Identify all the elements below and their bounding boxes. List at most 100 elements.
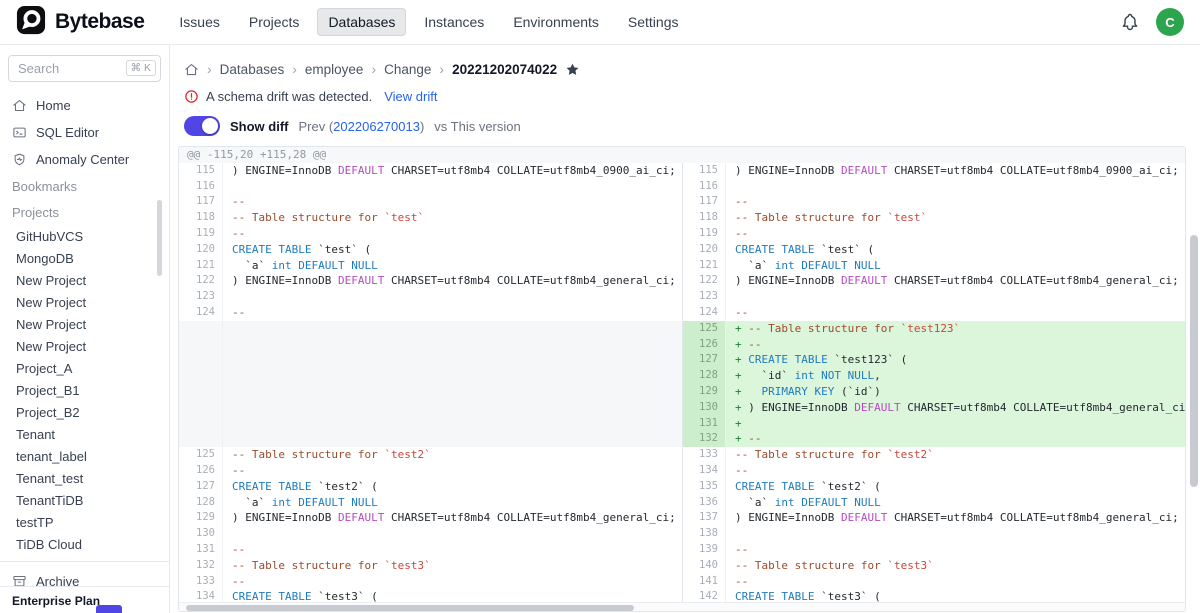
left-line-code: -- bbox=[223, 542, 682, 558]
project-item-new-project[interactable]: New Project bbox=[0, 291, 169, 313]
left-line-code: -- bbox=[223, 226, 682, 242]
project-item-tidb-cloud[interactable]: TiDB Cloud bbox=[0, 533, 169, 555]
sidebar-scrollbar[interactable] bbox=[157, 200, 162, 276]
sidebar-item-sql-editor[interactable]: SQL Editor bbox=[0, 119, 169, 146]
breadcrumb-separator: › bbox=[207, 61, 212, 77]
page-vertical-scrollbar-thumb[interactable] bbox=[1190, 235, 1198, 487]
breadcrumb-item-databases[interactable]: Databases bbox=[220, 62, 285, 77]
left-line-code bbox=[223, 431, 682, 447]
bookmark-star-icon[interactable] bbox=[565, 62, 580, 77]
project-item-project-b1[interactable]: Project_B1 bbox=[0, 379, 169, 401]
left-line-number: 131 bbox=[179, 542, 223, 558]
right-line-number: 135 bbox=[682, 479, 726, 495]
diff-line: 129 ) ENGINE=InnoDB DEFAULT CHARSET=utf8m… bbox=[179, 510, 1185, 526]
home-icon[interactable] bbox=[184, 62, 199, 77]
sidebar-item-home[interactable]: Home bbox=[0, 92, 169, 119]
project-item-githubvcs[interactable]: GitHubVCS bbox=[0, 225, 169, 247]
bytebase-logo-icon bbox=[16, 5, 46, 40]
sidebar-section-bookmarks[interactable]: Bookmarks bbox=[0, 174, 169, 199]
schema-diff-view: @@ -115,20 +115,28 @@115) ENGINE=InnoDB … bbox=[178, 146, 1186, 612]
right-line-number: 136 bbox=[682, 495, 726, 511]
menu-label: Anomaly Center bbox=[36, 152, 129, 167]
right-line-number: 137 bbox=[682, 510, 726, 526]
project-item-tenant-label[interactable]: tenant_label bbox=[0, 445, 169, 467]
left-line-number: 129 bbox=[179, 510, 223, 526]
left-line-code bbox=[223, 321, 682, 337]
left-line-number: 126 bbox=[179, 463, 223, 479]
sql-editor-icon bbox=[12, 125, 27, 140]
right-line-number: 133 bbox=[682, 447, 726, 463]
left-line-number: 133 bbox=[179, 574, 223, 590]
left-line-number: 125 bbox=[179, 447, 223, 463]
left-line-code bbox=[223, 400, 682, 416]
sidebar-item-archive[interactable]: Archive bbox=[0, 568, 169, 595]
right-line-code: CREATE TABLE `test2` ( bbox=[726, 479, 1185, 495]
left-line-number: 119 bbox=[179, 226, 223, 242]
left-line-code: -- bbox=[223, 463, 682, 479]
view-drift-link[interactable]: View drift bbox=[384, 89, 437, 104]
left-line-code bbox=[223, 179, 682, 195]
project-item-new-project[interactable]: New Project bbox=[0, 269, 169, 291]
right-line-code: ) ENGINE=InnoDB DEFAULT CHARSET=utf8mb4 … bbox=[726, 163, 1185, 179]
right-line-code bbox=[726, 526, 1185, 542]
breadcrumb-item-change[interactable]: Change bbox=[384, 62, 431, 77]
notification-bell-icon[interactable] bbox=[1120, 12, 1140, 32]
prev-version-link[interactable]: 202206270013 bbox=[333, 119, 420, 134]
plan-badge[interactable] bbox=[96, 605, 122, 613]
right-line-code: ) ENGINE=InnoDB DEFAULT CHARSET=utf8mb4 … bbox=[726, 510, 1185, 526]
right-line-code: -- bbox=[726, 574, 1185, 590]
sidebar-item-anomaly-center[interactable]: Anomaly Center bbox=[0, 146, 169, 173]
left-line-code bbox=[223, 352, 682, 368]
right-line-number: 115 bbox=[682, 163, 726, 179]
project-item-tenant-test[interactable]: Tenant_test bbox=[0, 467, 169, 489]
show-diff-label: Show diff bbox=[230, 119, 289, 134]
left-line-code: -- Table structure for `test3` bbox=[223, 558, 682, 574]
right-line-code: -- Table structure for `test` bbox=[726, 210, 1185, 226]
project-item-new-project[interactable]: New Project bbox=[0, 335, 169, 357]
bytebase-logo[interactable]: Bytebase bbox=[16, 5, 144, 40]
breadcrumb-item-employee[interactable]: employee bbox=[305, 62, 364, 77]
left-line-number: 118 bbox=[179, 210, 223, 226]
left-line-number bbox=[179, 384, 223, 400]
anomaly-center-icon bbox=[12, 152, 27, 167]
diff-horizontal-scrollbar-thumb[interactable] bbox=[186, 605, 634, 611]
diff-horizontal-scrollbar-track[interactable] bbox=[179, 602, 1185, 611]
sidebar-section-projects[interactable]: Projects bbox=[0, 200, 169, 225]
left-line-code: CREATE TABLE `test2` ( bbox=[223, 479, 682, 495]
diff-line: 117--117-- bbox=[179, 194, 1185, 210]
diff-line: 131--139-- bbox=[179, 542, 1185, 558]
diff-line: 128 `a` int DEFAULT NULL136 `a` int DEFA… bbox=[179, 495, 1185, 511]
breadcrumb-items: Databases›employee›Change› bbox=[220, 61, 444, 77]
project-item-tenanttidb[interactable]: TenantTiDB bbox=[0, 489, 169, 511]
right-line-number: 138 bbox=[682, 526, 726, 542]
user-avatar[interactable]: C bbox=[1156, 8, 1184, 36]
left-line-number: 123 bbox=[179, 289, 223, 305]
left-line-number bbox=[179, 416, 223, 432]
project-item-testtp[interactable]: testTP bbox=[0, 511, 169, 533]
nav-item-issues[interactable]: Issues bbox=[168, 8, 230, 36]
nav-item-settings[interactable]: Settings bbox=[617, 8, 690, 36]
project-item-tenant[interactable]: Tenant bbox=[0, 423, 169, 445]
diff-rows: @@ -115,20 +115,28 @@115) ENGINE=InnoDB … bbox=[179, 147, 1185, 605]
alert-message: A schema drift was detected. bbox=[206, 89, 372, 104]
diff-line: 125-- Table structure for `test2`133-- T… bbox=[179, 447, 1185, 463]
left-line-number bbox=[179, 431, 223, 447]
left-line-code: -- Table structure for `test2` bbox=[223, 447, 682, 463]
nav-item-databases[interactable]: Databases bbox=[317, 8, 406, 36]
nav-item-instances[interactable]: Instances bbox=[413, 8, 495, 36]
diff-line: 116116 bbox=[179, 179, 1185, 195]
right-line-code bbox=[726, 179, 1185, 195]
right-line-number: 121 bbox=[682, 258, 726, 274]
project-item-project-a[interactable]: Project_A bbox=[0, 357, 169, 379]
diff-line: 130 138 bbox=[179, 526, 1185, 542]
left-line-number: 130 bbox=[179, 526, 223, 542]
show-diff-toggle[interactable] bbox=[184, 116, 220, 136]
nav-item-environments[interactable]: Environments bbox=[502, 8, 610, 36]
left-line-code: ) ENGINE=InnoDB DEFAULT CHARSET=utf8mb4 … bbox=[223, 163, 682, 179]
nav-item-projects[interactable]: Projects bbox=[238, 8, 311, 36]
project-item-mongodb[interactable]: MongoDB bbox=[0, 247, 169, 269]
hunk-header: @@ -115,20 +115,28 @@ bbox=[179, 147, 1185, 163]
breadcrumb-current: 20221202074022 bbox=[452, 62, 557, 77]
project-item-project-b2[interactable]: Project_B2 bbox=[0, 401, 169, 423]
project-item-new-project[interactable]: New Project bbox=[0, 313, 169, 335]
